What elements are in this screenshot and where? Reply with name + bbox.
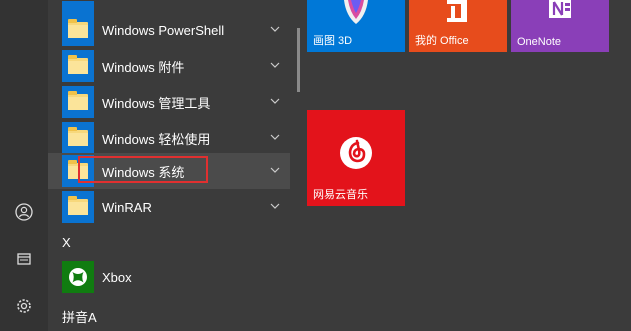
user-account-button[interactable] bbox=[9, 197, 39, 227]
chevron-down-icon[interactable] bbox=[270, 60, 280, 70]
settings-button[interactable] bbox=[9, 291, 39, 321]
list-item-xbox[interactable]: Xbox bbox=[48, 259, 290, 295]
folder-icon bbox=[68, 91, 88, 110]
chevron-down-icon[interactable] bbox=[270, 201, 280, 211]
section-header-pinyin-a[interactable]: 拼音A bbox=[48, 301, 290, 331]
documents-button[interactable] bbox=[9, 244, 39, 274]
tile-label: 画图 3D bbox=[313, 35, 353, 47]
section-header-x[interactable]: X bbox=[48, 227, 290, 257]
folder-icon bbox=[68, 55, 88, 74]
section-letter: 拼音A bbox=[62, 309, 97, 325]
tile-onenote[interactable]: OneNote bbox=[511, 0, 609, 52]
xbox-tile bbox=[62, 261, 94, 293]
tile-label: OneNote bbox=[517, 36, 562, 48]
netease-music-icon bbox=[340, 137, 372, 169]
start-rail bbox=[0, 0, 48, 331]
folder-tile bbox=[62, 86, 94, 118]
tile-label: 网易云音乐 bbox=[313, 189, 368, 201]
folder-icon bbox=[68, 196, 88, 215]
list-item-label: Windows 管理工具 bbox=[102, 95, 211, 111]
office-icon bbox=[447, 0, 467, 22]
list-item-label: Windows 轻松使用 bbox=[102, 131, 211, 147]
folder-icon bbox=[68, 127, 88, 146]
annotation-highlight-box bbox=[78, 156, 208, 183]
xbox-icon bbox=[69, 268, 87, 286]
folder-icon bbox=[68, 19, 88, 38]
tile-label: 我的 Office bbox=[415, 35, 469, 47]
onenote-icon bbox=[549, 0, 571, 18]
list-item-label: Windows 附件 bbox=[102, 59, 185, 75]
settings-icon bbox=[17, 299, 31, 313]
chevron-down-icon[interactable] bbox=[270, 165, 280, 175]
folder-tile bbox=[62, 122, 94, 154]
tile-netease-cloud-music[interactable]: 网易云音乐 bbox=[307, 110, 405, 206]
scrollbar-thumb[interactable] bbox=[297, 28, 300, 92]
tile-paint-3d[interactable]: 画图 3D bbox=[307, 0, 405, 52]
list-item-label: WinRAR bbox=[102, 199, 152, 215]
list-item-windows-powershell[interactable]: Windows PowerShell bbox=[48, 12, 290, 48]
folder-tile bbox=[62, 14, 94, 46]
chevron-down-icon[interactable] bbox=[270, 96, 280, 106]
tile-my-office[interactable]: 我的 Office bbox=[409, 0, 507, 52]
chevron-down-icon[interactable] bbox=[270, 132, 280, 142]
section-letter: X bbox=[62, 234, 71, 250]
chevron-down-icon[interactable] bbox=[270, 24, 280, 34]
list-item-label: Xbox bbox=[102, 269, 132, 285]
list-item-windows-admin-tools[interactable]: Windows 管理工具 bbox=[48, 84, 290, 120]
documents-icon bbox=[17, 253, 31, 265]
folder-tile bbox=[62, 191, 94, 223]
list-item-winrar[interactable]: WinRAR bbox=[48, 189, 290, 225]
folder-tile bbox=[62, 50, 94, 82]
list-item-windows-accessories[interactable]: Windows 附件 bbox=[48, 48, 290, 84]
list-item-label: Windows PowerShell bbox=[102, 22, 225, 38]
paint-3d-icon bbox=[344, 0, 368, 24]
user-icon bbox=[15, 203, 33, 221]
list-item-windows-ease-of-access[interactable]: Windows 轻松使用 bbox=[48, 120, 290, 156]
